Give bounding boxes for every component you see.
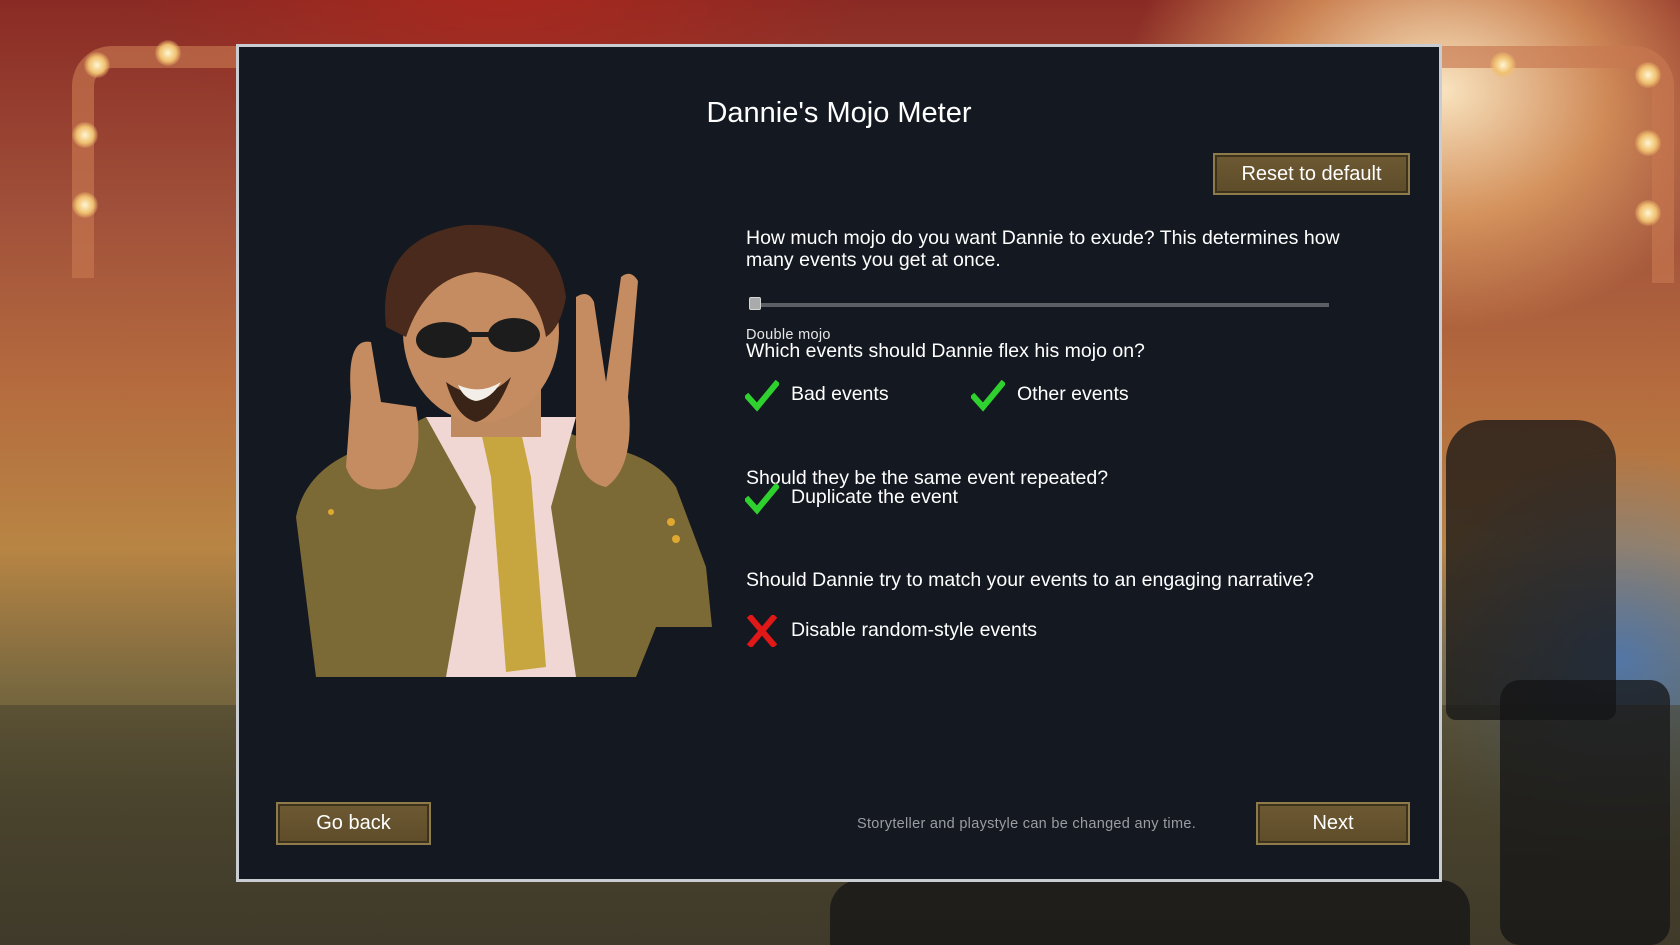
light-bulb xyxy=(72,122,98,148)
mojo-slider-handle[interactable] xyxy=(749,297,761,310)
next-button[interactable]: Next xyxy=(1256,802,1410,845)
other-events-label: Other events xyxy=(1017,383,1129,405)
camera-silhouette xyxy=(1500,680,1670,945)
game-background: Dannie's Mojo Meter Reset to default How… xyxy=(0,0,1680,945)
mojo-question: How much mojo do you want Dannie to exud… xyxy=(746,227,1340,271)
disable-random-events-label: Disable random-style events xyxy=(791,619,1038,641)
mojo-meter-dialog: Dannie's Mojo Meter Reset to default How… xyxy=(236,44,1442,882)
go-back-button[interactable]: Go back xyxy=(276,802,431,845)
light-bulb xyxy=(84,52,110,78)
light-bulb xyxy=(1490,52,1516,78)
light-bulb xyxy=(155,40,181,66)
check-icon[interactable] xyxy=(971,380,1005,412)
bad-events-label: Bad events xyxy=(791,383,889,405)
events-question: Which events should Dannie flex his mojo… xyxy=(746,340,1145,362)
light-bulb xyxy=(1635,130,1661,156)
mojo-slider-fill xyxy=(749,303,1329,307)
cross-icon[interactable] xyxy=(745,615,779,647)
narrative-question: Should Dannie try to match your events t… xyxy=(746,569,1315,591)
footnote: Storyteller and playstyle can be changed… xyxy=(857,816,1197,832)
dialog-title: Dannie's Mojo Meter xyxy=(706,97,972,129)
light-bulb xyxy=(1635,200,1661,226)
camera-silhouette xyxy=(1446,420,1616,720)
reset-to-default-button[interactable]: Reset to default xyxy=(1213,153,1410,195)
crowd-silhouette xyxy=(830,880,1470,945)
check-icon[interactable] xyxy=(745,483,779,515)
storyteller-portrait xyxy=(296,224,712,677)
duplicate-event-label: Duplicate the event xyxy=(791,486,958,508)
check-icon[interactable] xyxy=(745,380,779,412)
light-bulb xyxy=(1635,62,1661,88)
light-bulb xyxy=(72,192,98,218)
mojo-slider[interactable] xyxy=(749,297,1329,310)
